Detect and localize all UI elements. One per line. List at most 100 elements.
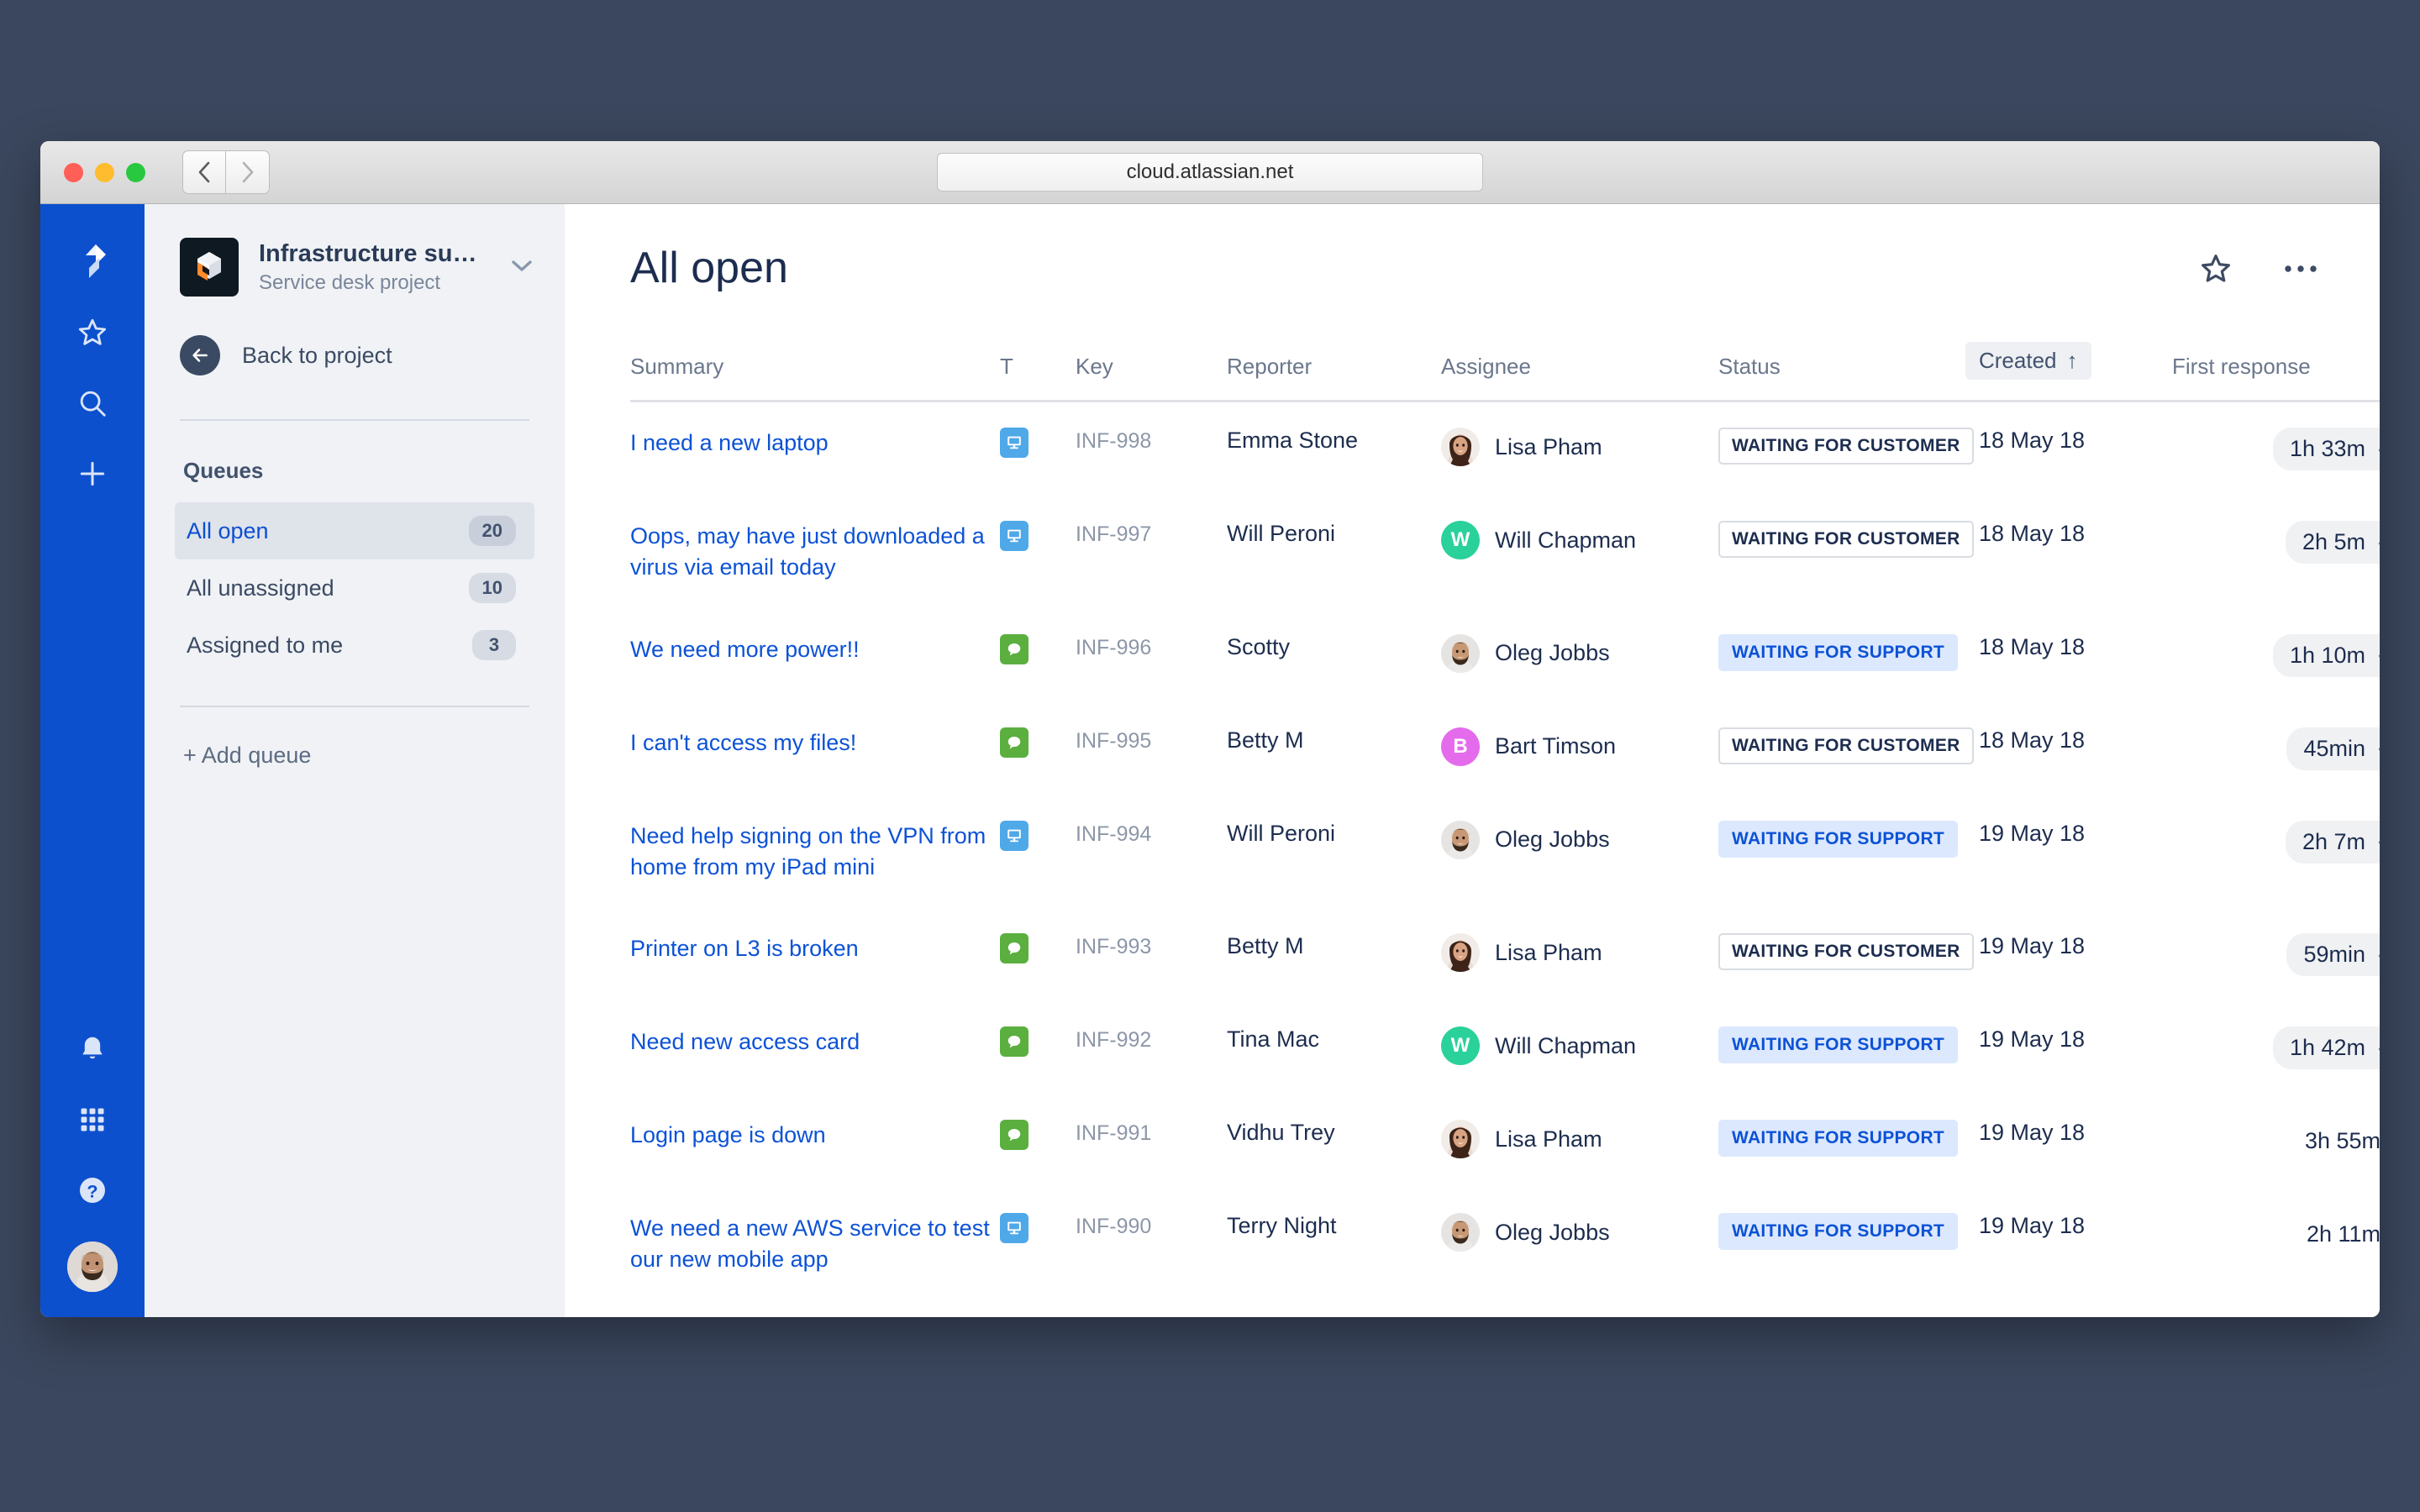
cell-summary: Oops, may have just downloaded a virus v… bbox=[630, 496, 1000, 609]
sidebar-item-all-open[interactable]: All open 20 bbox=[175, 502, 534, 559]
column-header-summary[interactable]: Summary bbox=[630, 342, 1000, 402]
issue-type-icon bbox=[1000, 633, 1028, 664]
avatar bbox=[1441, 933, 1480, 972]
issue-key[interactable]: INF-997 bbox=[1076, 522, 1151, 546]
created-date: 18 May 18 bbox=[1979, 727, 2086, 753]
status-badge[interactable]: WAITING FOR SUPPORT bbox=[1718, 1120, 1959, 1157]
cell-status: WAITING FOR SUPPORT bbox=[1718, 1095, 1979, 1188]
cell-first-response: 2h 7m bbox=[2172, 795, 2380, 909]
page-title: All open bbox=[630, 244, 788, 292]
status-badge[interactable]: WAITING FOR SUPPORT bbox=[1718, 1026, 1959, 1063]
status-badge[interactable]: WAITING FOR SUPPORT bbox=[1718, 1213, 1959, 1250]
table-row[interactable]: Need new access card INF-992 Tina Mac W Will… bbox=[630, 1001, 2380, 1095]
back-button[interactable] bbox=[182, 150, 226, 194]
issue-summary-link[interactable]: We need a new AWS service to test our ne… bbox=[630, 1215, 990, 1272]
cell-created: 18 May 18 bbox=[1979, 702, 2172, 795]
table-row[interactable]: Printer on L3 is broken INF-993 Betty M Lis… bbox=[630, 908, 2380, 1001]
app-switcher-icon[interactable] bbox=[65, 1092, 120, 1147]
column-header-created[interactable]: Created ↑ bbox=[1965, 342, 2172, 402]
monitor-icon bbox=[1007, 436, 1021, 449]
issue-summary-link[interactable]: I can't access my files! bbox=[630, 730, 856, 755]
sidebar-item-assigned-to-me[interactable]: Assigned to me 3 bbox=[175, 617, 534, 674]
column-header-assignee[interactable]: Assignee bbox=[1441, 342, 1718, 402]
notifications-icon[interactable] bbox=[65, 1021, 120, 1077]
status-badge[interactable]: WAITING FOR SUPPORT bbox=[1718, 820, 1959, 858]
issue-key[interactable]: INF-998 bbox=[1076, 429, 1151, 453]
back-to-project-link[interactable]: Back to project bbox=[145, 335, 565, 375]
add-queue-button[interactable]: + Add queue bbox=[145, 707, 565, 769]
issue-summary-link[interactable]: Login page is down bbox=[630, 1122, 826, 1147]
chevron-left-icon bbox=[198, 161, 210, 183]
table-row[interactable]: We need a new AWS service to test our ne… bbox=[630, 1188, 2380, 1301]
cell-status: WAITING FOR SUPPORT bbox=[1718, 795, 1979, 909]
cell-reporter: Will Peroni bbox=[1227, 795, 1441, 909]
issue-key[interactable]: INF-991 bbox=[1076, 1121, 1151, 1145]
table-row[interactable]: We need more power!! INF-996 Scotty Oleg Jo… bbox=[630, 609, 2380, 702]
help-icon[interactable]: ? bbox=[65, 1163, 120, 1218]
starred-icon[interactable] bbox=[65, 305, 120, 360]
cell-reporter: Will Peroni bbox=[1227, 496, 1441, 609]
column-header-key[interactable]: Key bbox=[1076, 342, 1227, 402]
issue-summary-link[interactable]: Need new access card bbox=[630, 1029, 860, 1054]
queue-label: All unassigned bbox=[187, 575, 334, 601]
cell-created: 18 May 18 bbox=[1979, 402, 2172, 496]
table-row[interactable]: Oops, may have just downloaded a virus v… bbox=[630, 496, 2380, 609]
table-row[interactable]: Login page is down INF-991 Vidhu Trey Lisa … bbox=[630, 1095, 2380, 1188]
create-icon[interactable] bbox=[65, 446, 120, 501]
assignee-photo-icon bbox=[1441, 1120, 1480, 1158]
issue-summary-link[interactable]: We need more power!! bbox=[630, 637, 860, 662]
search-icon[interactable] bbox=[65, 375, 120, 431]
status-badge[interactable]: WAITING FOR CUSTOMER bbox=[1718, 727, 1974, 764]
sla-time: 2h 7m bbox=[2302, 828, 2365, 854]
table-row[interactable]: I can't access my files! INF-995 Betty M BB… bbox=[630, 702, 2380, 795]
project-switcher[interactable]: Infrastructure su… Service desk project bbox=[145, 238, 565, 297]
close-window-button[interactable] bbox=[64, 162, 83, 182]
table-row[interactable]: L3 Printer broken (again) INF-989Jim Jone… bbox=[630, 1301, 2380, 1318]
column-header-status[interactable]: Status bbox=[1718, 342, 1979, 402]
reporter-name: Will Peroni bbox=[1227, 820, 1336, 846]
sla-indicator: 45min bbox=[2286, 727, 2380, 770]
status-badge[interactable]: WAITING FOR CUSTOMER bbox=[1718, 428, 1974, 465]
maximize-window-button[interactable] bbox=[126, 162, 145, 182]
issue-summary-link[interactable]: Printer on L3 is broken bbox=[630, 936, 859, 961]
avatar bbox=[1441, 633, 1480, 673]
cell-type bbox=[1000, 609, 1076, 702]
avatar: B bbox=[1441, 727, 1480, 766]
issue-key[interactable]: INF-995 bbox=[1076, 729, 1151, 753]
issue-summary-link[interactable]: Need help signing on the VPN from home f… bbox=[630, 823, 986, 879]
status-badge[interactable]: WAITING FOR CUSTOMER bbox=[1718, 521, 1974, 558]
minimize-window-button[interactable] bbox=[95, 162, 114, 182]
url-bar[interactable]: cloud.atlassian.net bbox=[937, 153, 1483, 192]
assignee: W Will Chapman bbox=[1441, 521, 1718, 559]
created-sort-pill[interactable]: Created ↑ bbox=[1965, 342, 2091, 380]
forward-button[interactable] bbox=[226, 150, 270, 194]
cell-first-response: 2h 11m bbox=[2172, 1188, 2380, 1301]
arrow-left-glyph bbox=[192, 349, 208, 362]
profile-avatar[interactable] bbox=[67, 1242, 118, 1292]
created-label: Created bbox=[1979, 348, 2057, 373]
issue-key[interactable]: INF-996 bbox=[1076, 636, 1151, 659]
issue-key[interactable]: INF-992 bbox=[1076, 1028, 1151, 1052]
status-badge[interactable]: WAITING FOR SUPPORT bbox=[1718, 633, 1959, 671]
column-header-reporter[interactable]: Reporter bbox=[1227, 342, 1441, 402]
column-header-type[interactable]: T bbox=[1000, 342, 1076, 402]
issue-key[interactable]: INF-993 bbox=[1076, 935, 1151, 958]
cell-assignee: Oleg Jobbs bbox=[1441, 1188, 1718, 1301]
cell-first-response: 1h 33m bbox=[2172, 402, 2380, 496]
table-row[interactable]: Need help signing on the VPN from home f… bbox=[630, 795, 2380, 909]
star-queue-button[interactable] bbox=[2198, 251, 2233, 286]
sidebar-item-all-unassigned[interactable]: All unassigned 10 bbox=[175, 559, 534, 617]
chevron-down-icon[interactable] bbox=[509, 257, 534, 278]
issue-summary-link[interactable]: I need a new laptop bbox=[630, 430, 829, 455]
issue-summary-link[interactable]: Oops, may have just downloaded a virus v… bbox=[630, 523, 985, 580]
more-options-button[interactable] bbox=[2282, 259, 2319, 279]
status-badge[interactable]: WAITING FOR CUSTOMER bbox=[1718, 933, 1974, 970]
issue-key[interactable]: INF-990 bbox=[1076, 1215, 1151, 1238]
sla-indicator: 1h 33m bbox=[2272, 428, 2380, 470]
cell-key: INF-989 bbox=[1076, 1301, 1227, 1318]
table-row[interactable]: I need a new laptop INF-998 Emma Stone Lisa… bbox=[630, 402, 2380, 496]
browser-window: cloud.atlassian.net ? Infrastructure su…… bbox=[40, 141, 2380, 1317]
issue-key[interactable]: INF-994 bbox=[1076, 822, 1151, 846]
column-header-first-response[interactable]: First response bbox=[2172, 342, 2380, 402]
jira-logo-icon[interactable] bbox=[65, 234, 120, 290]
